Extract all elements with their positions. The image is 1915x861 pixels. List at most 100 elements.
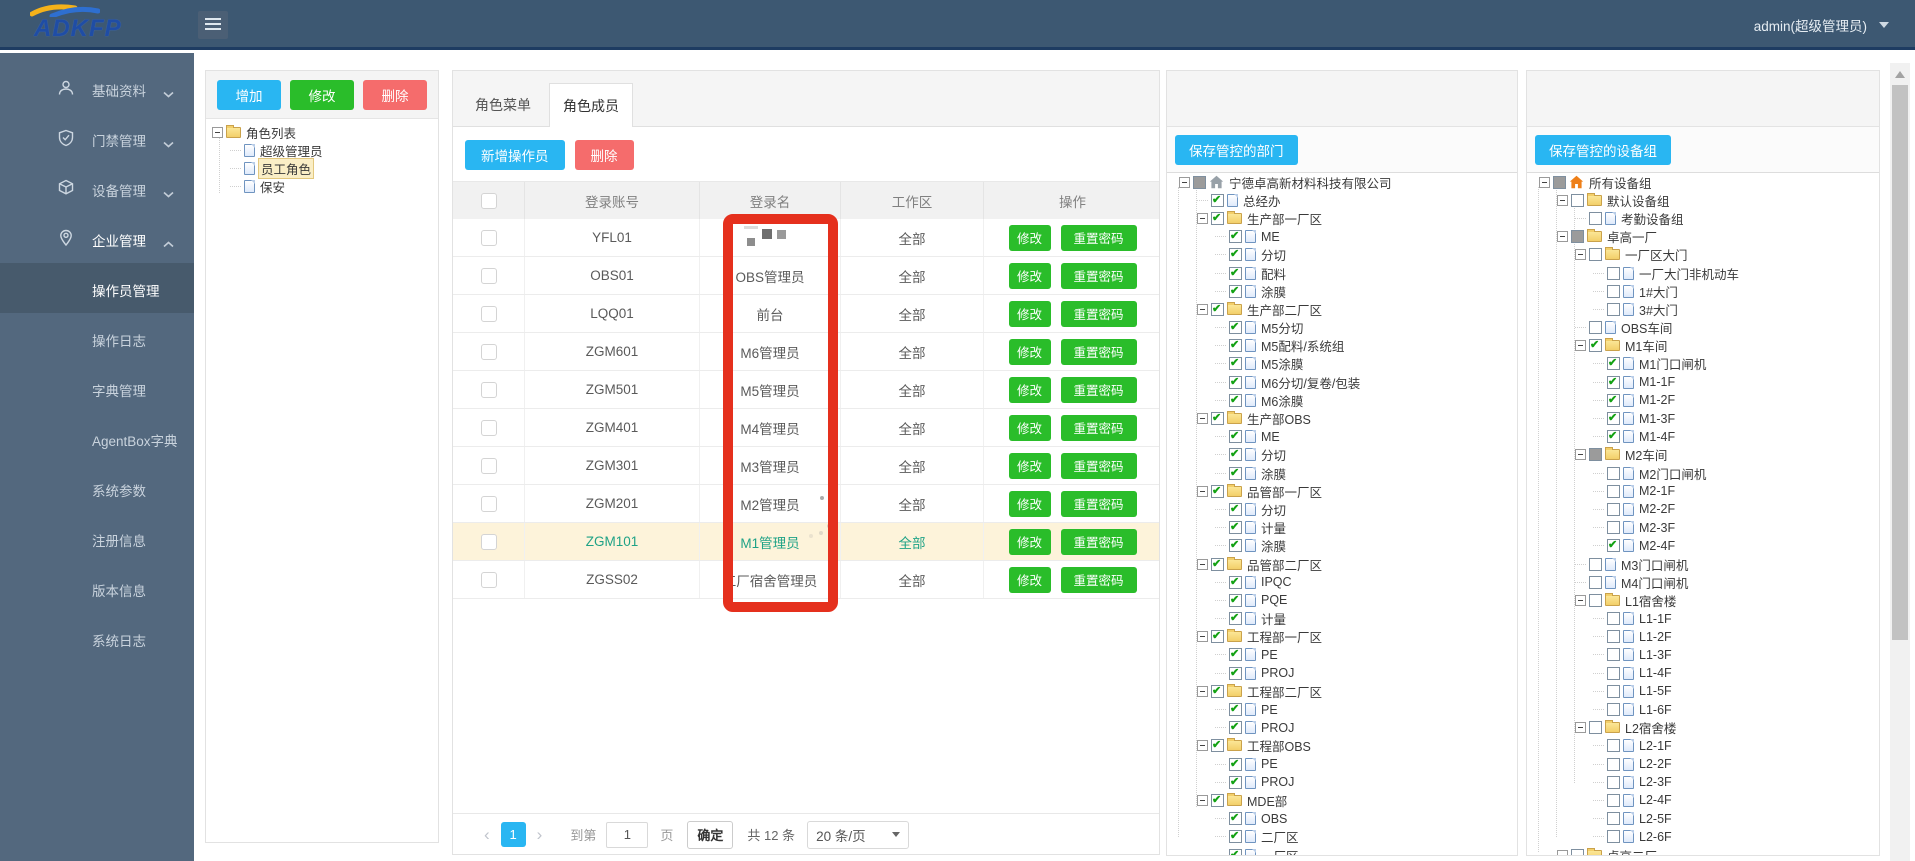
tab-role-menu[interactable]: 角色菜单: [461, 84, 545, 126]
tree-checkbox-checked[interactable]: [1607, 376, 1620, 389]
tree-node[interactable]: 卓高一厂: [1533, 228, 1879, 246]
role-add-button[interactable]: 增加: [217, 80, 281, 110]
tree-node[interactable]: L1-3F: [1533, 646, 1879, 664]
tree-node[interactable]: ME: [1173, 228, 1517, 246]
table-row[interactable]: ZGM301M3管理员全部修改重置密码: [453, 447, 1159, 485]
tree-node[interactable]: L2-1F: [1533, 737, 1879, 755]
tree-checkbox-checked[interactable]: [1229, 812, 1242, 825]
tree-node[interactable]: 默认设备组: [1533, 191, 1879, 209]
tree-checkbox-checked[interactable]: [1229, 776, 1242, 789]
tree-checkbox-unchecked[interactable]: [1607, 303, 1620, 316]
tree-checkbox-unchecked[interactable]: [1589, 212, 1602, 225]
save-departments-button[interactable]: 保存管控的部门: [1175, 135, 1298, 165]
tree-checkbox-checked[interactable]: [1229, 467, 1242, 480]
tree-checkbox-checked[interactable]: [1229, 339, 1242, 352]
tree-checkbox-checked[interactable]: [1229, 521, 1242, 534]
tree-checkbox-checked[interactable]: [1229, 576, 1242, 589]
delete-member-button[interactable]: 删除: [575, 140, 634, 170]
tree-checkbox-checked[interactable]: [1229, 230, 1242, 243]
tree-checkbox-checked[interactable]: [1229, 594, 1242, 607]
role-delete-button[interactable]: 删除: [363, 80, 427, 110]
tree-checkbox-checked[interactable]: [1211, 558, 1224, 571]
tree-node[interactable]: 1#大门: [1533, 282, 1879, 300]
tree-checkbox-checked[interactable]: [1229, 703, 1242, 716]
tree-checkbox-unchecked[interactable]: [1607, 648, 1620, 661]
edit-button[interactable]: 修改: [1009, 339, 1051, 365]
reset-password-button[interactable]: 重置密码: [1061, 225, 1137, 251]
tree-checkbox-unchecked[interactable]: [1607, 758, 1620, 771]
save-device-groups-button[interactable]: 保存管控的设备组: [1535, 135, 1671, 165]
tree-node[interactable]: M1-1F: [1533, 373, 1879, 391]
tree-checkbox-checked[interactable]: [1607, 430, 1620, 443]
tree-node[interactable]: OBS车间: [1533, 319, 1879, 337]
tree-node[interactable]: M1-2F: [1533, 391, 1879, 409]
tree-node[interactable]: PROJ: [1173, 719, 1517, 737]
row-checkbox[interactable]: [481, 534, 497, 550]
tree-checkbox-checked[interactable]: [1229, 830, 1242, 843]
reset-password-button[interactable]: 重置密码: [1061, 529, 1137, 555]
collapse-icon[interactable]: [1575, 722, 1586, 733]
tree-node[interactable]: L1宿舍楼: [1533, 591, 1879, 609]
tab-role-members[interactable]: 角色成员: [549, 83, 633, 127]
tree-node[interactable]: L2-2F: [1533, 755, 1879, 773]
tree-checkbox-unchecked[interactable]: [1607, 503, 1620, 516]
collapse-icon[interactable]: [1197, 740, 1208, 751]
tree-checkbox-checked[interactable]: [1229, 321, 1242, 334]
table-row[interactable]: YFL01全部修改重置密码: [453, 219, 1159, 257]
tree-checkbox-unchecked[interactable]: [1607, 485, 1620, 498]
tree-node[interactable]: M5分切: [1173, 319, 1517, 337]
tree-node[interactable]: 卓高二厂: [1533, 846, 1879, 855]
tree-node[interactable]: 一厂区: [1173, 846, 1517, 855]
tree-checkbox-partial[interactable]: [1571, 230, 1584, 243]
edit-button[interactable]: 修改: [1009, 567, 1051, 593]
reset-password-button[interactable]: 重置密码: [1061, 377, 1137, 403]
goto-confirm-button[interactable]: 确定: [687, 821, 733, 849]
tree-node[interactable]: 分切: [1173, 500, 1517, 518]
tree-node[interactable]: 生产部一厂区: [1173, 209, 1517, 227]
tree-checkbox-checked[interactable]: [1229, 539, 1242, 552]
collapse-icon[interactable]: [1557, 231, 1568, 242]
row-checkbox[interactable]: [481, 382, 497, 398]
tree-checkbox-unchecked[interactable]: [1589, 576, 1602, 589]
row-checkbox[interactable]: [481, 344, 497, 360]
page-scrollbar[interactable]: [1890, 63, 1910, 861]
sidebar-item-enterprise-mgmt[interactable]: 企业管理: [0, 213, 194, 263]
tree-checkbox-checked[interactable]: [1211, 485, 1224, 498]
sidebar-subitem-version-info[interactable]: 版本信息: [0, 563, 194, 613]
menu-toggle-button[interactable]: [198, 11, 228, 39]
tree-node[interactable]: M5配料/系统组: [1173, 337, 1517, 355]
collapse-icon[interactable]: [1539, 177, 1550, 188]
tree-checkbox-checked[interactable]: [1229, 394, 1242, 407]
tree-checkbox-checked[interactable]: [1589, 339, 1602, 352]
tree-node[interactable]: 保安: [206, 178, 438, 196]
edit-button[interactable]: 修改: [1009, 529, 1051, 555]
tree-checkbox-checked[interactable]: [1229, 648, 1242, 661]
collapse-icon[interactable]: [1179, 177, 1190, 188]
tree-node[interactable]: L1-6F: [1533, 700, 1879, 718]
tree-node[interactable]: 一厂区大门: [1533, 246, 1879, 264]
tree-checkbox-unchecked[interactable]: [1607, 794, 1620, 807]
sidebar-subitem-operation-log[interactable]: 操作日志: [0, 313, 194, 363]
tree-node[interactable]: M2车间: [1533, 446, 1879, 464]
tree-node[interactable]: 二厂区: [1173, 828, 1517, 846]
tree-node[interactable]: M2-1F: [1533, 482, 1879, 500]
current-page-button[interactable]: 1: [501, 822, 526, 847]
sidebar-item-basic-data[interactable]: 基础资料: [0, 63, 194, 113]
tree-node[interactable]: OBS: [1173, 810, 1517, 828]
add-operator-button[interactable]: 新增操作员: [465, 140, 565, 170]
tree-node[interactable]: IPQC: [1173, 573, 1517, 591]
tree-checkbox-unchecked[interactable]: [1607, 776, 1620, 789]
tree-node[interactable]: 角色列表: [206, 123, 438, 141]
tree-node[interactable]: PE: [1173, 646, 1517, 664]
tree-node[interactable]: L2-5F: [1533, 810, 1879, 828]
table-row[interactable]: ZGM101M1管理员全部修改重置密码: [453, 523, 1159, 561]
tree-checkbox-checked[interactable]: [1607, 412, 1620, 425]
tree-node[interactable]: 涂膜: [1173, 282, 1517, 300]
tree-checkbox-checked[interactable]: [1229, 758, 1242, 771]
tree-checkbox-checked[interactable]: [1607, 394, 1620, 407]
tree-node[interactable]: 宁德卓高新材料科技有限公司: [1173, 173, 1517, 191]
edit-button[interactable]: 修改: [1009, 415, 1051, 441]
tree-node[interactable]: L2-4F: [1533, 791, 1879, 809]
tree-node[interactable]: L2-6F: [1533, 828, 1879, 846]
tree-checkbox-unchecked[interactable]: [1607, 685, 1620, 698]
